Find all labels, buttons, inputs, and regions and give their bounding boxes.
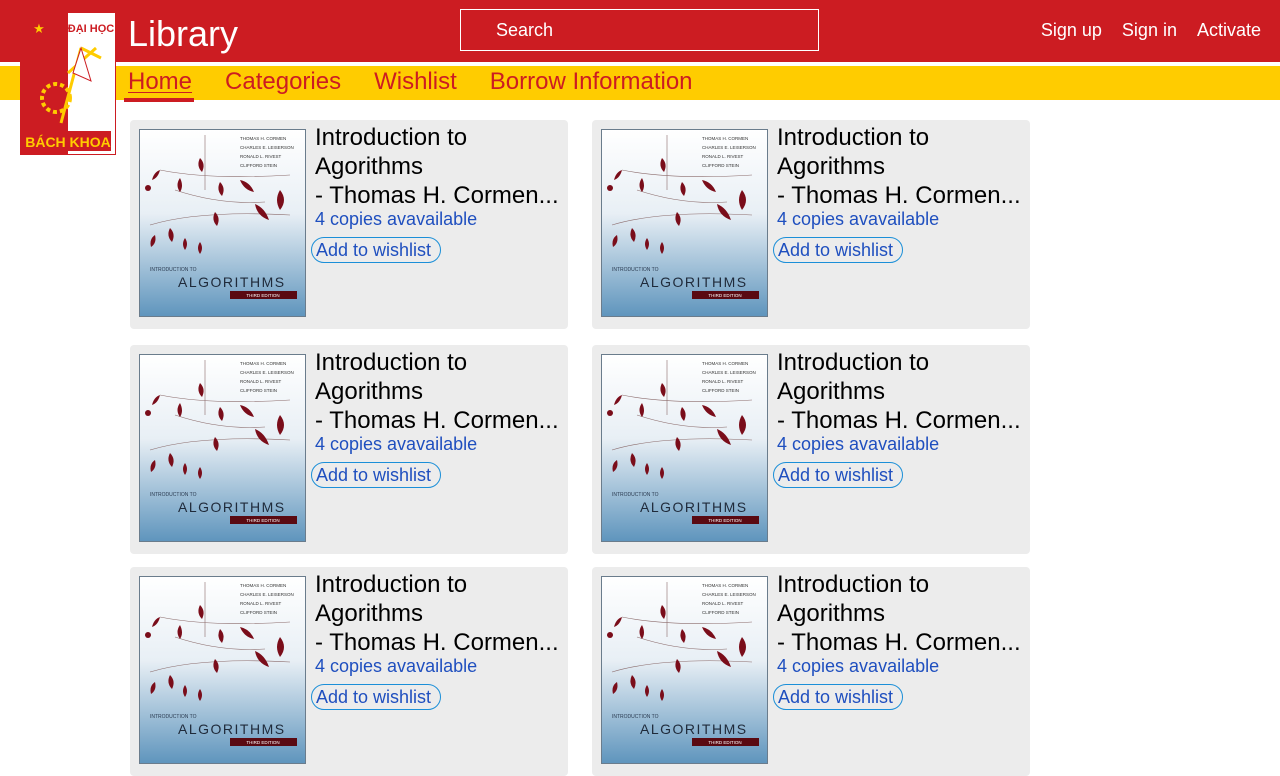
book-title[interactable]: Introduction to Agorithms - Thomas H. Co… [777,570,1027,657]
book-card: THOMAS H. CORMEN CHARLES E. LEISERSON RO… [592,567,1030,776]
cover-text-a0: THOMAS H. CORMEN [240,361,286,366]
cover-text-a0: THOMAS H. CORMEN [702,136,748,141]
book-cover-image[interactable]: THOMAS H. CORMEN CHARLES E. LEISERSON RO… [601,354,768,542]
book-title[interactable]: Introduction to Agorithms - Thomas H. Co… [777,123,1027,210]
book-title[interactable]: Introduction to Agorithms - Thomas H. Co… [315,570,565,657]
cover-text-title: ALGORITHMS [178,274,286,290]
book-card: THOMAS H. CORMEN CHARLES E. LEISERSON RO… [130,567,568,776]
cover-text-a2: RONALD L. RIVEST [240,601,282,606]
search-input[interactable] [460,9,819,51]
book-title[interactable]: Introduction to Agorithms - Thomas H. Co… [777,348,1027,435]
book-card: THOMAS H. CORMEN CHARLES E. LEISERSON RO… [130,345,568,554]
cover-text-title: ALGORITHMS [178,721,286,737]
cover-text-edition: THIRD EDITION [708,740,741,745]
book-card: THOMAS H. CORMEN CHARLES E. LEISERSON RO… [592,345,1030,554]
book-cover-image[interactable]: THOMAS H. CORMEN CHARLES E. LEISERSON RO… [139,129,306,317]
cover-text-intro: INTRODUCTION TO [612,714,659,720]
cover-text-a3: CLIFFORD STEIN [702,163,739,168]
book-cover-image[interactable]: THOMAS H. CORMEN CHARLES E. LEISERSON RO… [139,354,306,542]
sign-up-link[interactable]: Sign up [1041,20,1102,41]
cover-text-a2: RONALD L. RIVEST [240,154,282,159]
cover-text-edition: THIRD EDITION [708,293,741,298]
main-nav: Home Categories Wishlist Borrow Informat… [124,66,722,102]
cover-text-a2: RONALD L. RIVEST [702,601,744,606]
availability-text: 4 copies avavailable [777,209,940,229]
cover-text-a2: RONALD L. RIVEST [240,379,282,384]
book-card: THOMAS H. CORMEN CHARLES E. LEISERSON RO… [592,120,1030,329]
cover-text-a3: CLIFFORD STEIN [240,610,277,615]
book-title[interactable]: Introduction to Agorithms - Thomas H. Co… [315,348,565,435]
cover-text-a1: CHARLES E. LEISERSON [702,145,756,150]
logo-line2: BÁCH KHOA [25,134,111,150]
activate-link[interactable]: Activate [1197,20,1261,41]
add-to-wishlist-button[interactable]: Add to wishlist [311,684,442,710]
logo-line1: ĐẠI HỌC [68,23,115,35]
cover-text-a0: THOMAS H. CORMEN [702,361,748,366]
cover-text-intro: INTRODUCTION TO [150,714,197,720]
cover-text-a1: CHARLES E. LEISERSON [240,592,294,597]
add-to-wishlist-button[interactable]: Add to wishlist [773,684,904,710]
nav-home[interactable]: Home [124,66,209,102]
book-title[interactable]: Introduction to Agorithms - Thomas H. Co… [315,123,565,210]
cover-text-a3: CLIFFORD STEIN [240,163,277,168]
account-links: Sign up Sign in Activate [1041,20,1261,41]
nav-borrow-information[interactable]: Borrow Information [486,66,710,100]
cover-text-a2: RONALD L. RIVEST [702,154,744,159]
cover-text-intro: INTRODUCTION TO [150,492,197,498]
cover-text-title: ALGORITHMS [640,499,748,515]
add-to-wishlist-button[interactable]: Add to wishlist [311,462,442,488]
cover-text-title: ALGORITHMS [640,721,748,737]
cover-text-edition: THIRD EDITION [246,293,279,298]
cover-text-title: ALGORITHMS [178,499,286,515]
add-to-wishlist-button[interactable]: Add to wishlist [311,237,442,263]
book-cover-image[interactable]: THOMAS H. CORMEN CHARLES E. LEISERSON RO… [601,576,768,764]
book-cover-image[interactable]: THOMAS H. CORMEN CHARLES E. LEISERSON RO… [139,576,306,764]
cover-text-a3: CLIFFORD STEIN [240,388,277,393]
add-to-wishlist-button[interactable]: Add to wishlist [773,462,904,488]
cover-text-edition: THIRD EDITION [246,518,279,523]
university-logo[interactable]: ★ ĐẠI HỌC BÁCH KHOA [20,12,116,155]
cover-text-edition: THIRD EDITION [246,740,279,745]
book-cover-image[interactable]: THOMAS H. CORMEN CHARLES E. LEISERSON RO… [601,129,768,317]
nav-categories[interactable]: Categories [221,66,358,100]
nav-wishlist[interactable]: Wishlist [370,66,474,100]
cover-text-a3: CLIFFORD STEIN [702,610,739,615]
cover-text-a1: CHARLES E. LEISERSON [702,370,756,375]
availability-text: 4 copies avavailable [315,656,478,676]
cover-text-title: ALGORITHMS [640,274,748,290]
cover-text-a2: RONALD L. RIVEST [702,379,744,384]
cover-text-a1: CHARLES E. LEISERSON [240,370,294,375]
book-card: THOMAS H. CORMEN CHARLES E. LEISERSON RO… [130,120,568,329]
cover-text-edition: THIRD EDITION [708,518,741,523]
cover-text-intro: INTRODUCTION TO [612,492,659,498]
cover-text-a3: CLIFFORD STEIN [702,388,739,393]
cover-text-intro: INTRODUCTION TO [612,267,659,273]
app-title: Library [128,13,239,54]
availability-text: 4 copies avavailable [315,209,478,229]
availability-text: 4 copies avavailable [315,434,478,454]
availability-text: 4 copies avavailable [777,656,940,676]
cover-text-a0: THOMAS H. CORMEN [702,583,748,588]
cover-text-a0: THOMAS H. CORMEN [240,583,286,588]
cover-text-a1: CHARLES E. LEISERSON [240,145,294,150]
add-to-wishlist-button[interactable]: Add to wishlist [773,237,904,263]
logo-star-icon: ★ [33,22,45,37]
cover-text-a1: CHARLES E. LEISERSON [702,592,756,597]
availability-text: 4 copies avavailable [777,434,940,454]
sign-in-link[interactable]: Sign in [1122,20,1177,41]
cover-text-intro: INTRODUCTION TO [150,267,197,273]
cover-text-a0: THOMAS H. CORMEN [240,136,286,141]
